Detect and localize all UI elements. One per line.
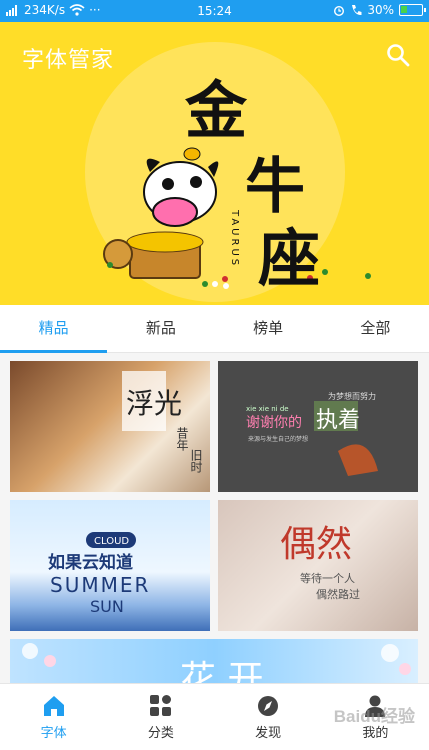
- banner-line2: 牛: [245, 152, 305, 222]
- card-art: 花 开: [22, 643, 411, 683]
- nav-category[interactable]: 分类: [107, 684, 214, 750]
- banner-line1: 金: [184, 74, 248, 147]
- alarm-icon: [334, 6, 345, 16]
- card-art: 为梦想而努力 xie xie ni de 谢谢你的 执着 来源与发生自己的梦想: [246, 391, 378, 476]
- nav-fonts[interactable]: 字体: [0, 684, 107, 750]
- font-card-summer[interactable]: CLOUD 如果云知道 SUMMER SUN: [10, 500, 210, 631]
- card1-title: 浮光: [126, 387, 182, 420]
- font-card-huakai[interactable]: 花 开: [10, 639, 418, 683]
- watermark: Baidu经验: [333, 707, 415, 726]
- status-right: 30%: [333, 3, 426, 17]
- card3-en1: SUMMER: [50, 573, 150, 597]
- font-card-zhizhuo[interactable]: 为梦想而努力 xie xie ni de 谢谢你的 执着 来源与发生自己的梦想: [218, 361, 418, 492]
- home-icon: [43, 696, 64, 716]
- battery-fill: [401, 6, 407, 13]
- compass-icon: [258, 696, 279, 716]
- nav-label-fonts: 字体: [40, 726, 67, 741]
- battery-percent: 30%: [367, 3, 394, 17]
- tab-all[interactable]: 全部: [322, 305, 429, 352]
- tab-ranking[interactable]: 榜单: [215, 305, 322, 352]
- card4-line3: 偶然路过: [316, 587, 360, 601]
- card2-pinyin: xie xie ni de: [246, 405, 289, 413]
- phone-icon: [352, 5, 362, 16]
- nav-label-category: 分类: [147, 726, 174, 741]
- nav-discover[interactable]: 发现: [215, 684, 322, 750]
- card4-main: 偶然: [280, 524, 352, 565]
- card3-main: 如果云知道: [48, 552, 133, 573]
- card2-note: 来源与发生自己的梦想: [248, 435, 308, 443]
- tab-featured[interactable]: 精品: [0, 305, 108, 353]
- hero-banner[interactable]: 金 牛 座 TAURUS 字体管家: [0, 22, 429, 305]
- card3-en2: SUN: [90, 597, 124, 616]
- card2-big: 执着: [316, 408, 360, 433]
- card5-main: 花 开: [180, 659, 263, 683]
- card-art: 浮光 昔年 旧时: [122, 371, 203, 473]
- font-grid: 浮光 昔年 旧时 为梦想而努力 xie xie ni de 谢谢你的 执着 来源…: [0, 353, 429, 683]
- banner-line3: 座: [258, 222, 320, 295]
- category-tabs: 精品 新品 榜单 全部: [0, 305, 429, 353]
- nav-label-discover: 发现: [255, 726, 282, 741]
- tab-new[interactable]: 新品: [107, 305, 214, 352]
- card-art: 偶然 等待一个人 偶然路过: [280, 524, 360, 601]
- category-icon: [149, 695, 171, 716]
- banner-latin: TAURUS: [229, 209, 240, 268]
- search-icon: [387, 44, 410, 67]
- card2-small: 为梦想而努力: [328, 391, 376, 401]
- card-art: CLOUD 如果云知道 SUMMER SUN: [48, 532, 150, 616]
- card2-main: 谢谢你的: [246, 415, 302, 431]
- font-card-fuguang[interactable]: 浮光 昔年 旧时: [10, 361, 210, 492]
- card1-subtitle2: 旧时: [189, 449, 203, 473]
- card1-subtitle: 昔年: [175, 427, 189, 451]
- battery-icon: [399, 4, 426, 16]
- card4-line2: 等待一个人: [300, 571, 355, 585]
- status-bar: 234K/s ··· 15:24 30%: [0, 0, 429, 22]
- search-button[interactable]: [385, 42, 411, 68]
- card3-badge: CLOUD: [94, 536, 129, 547]
- app-title: 字体管家: [22, 48, 115, 73]
- font-card-ouran[interactable]: 偶然 等待一个人 偶然路过: [218, 500, 418, 631]
